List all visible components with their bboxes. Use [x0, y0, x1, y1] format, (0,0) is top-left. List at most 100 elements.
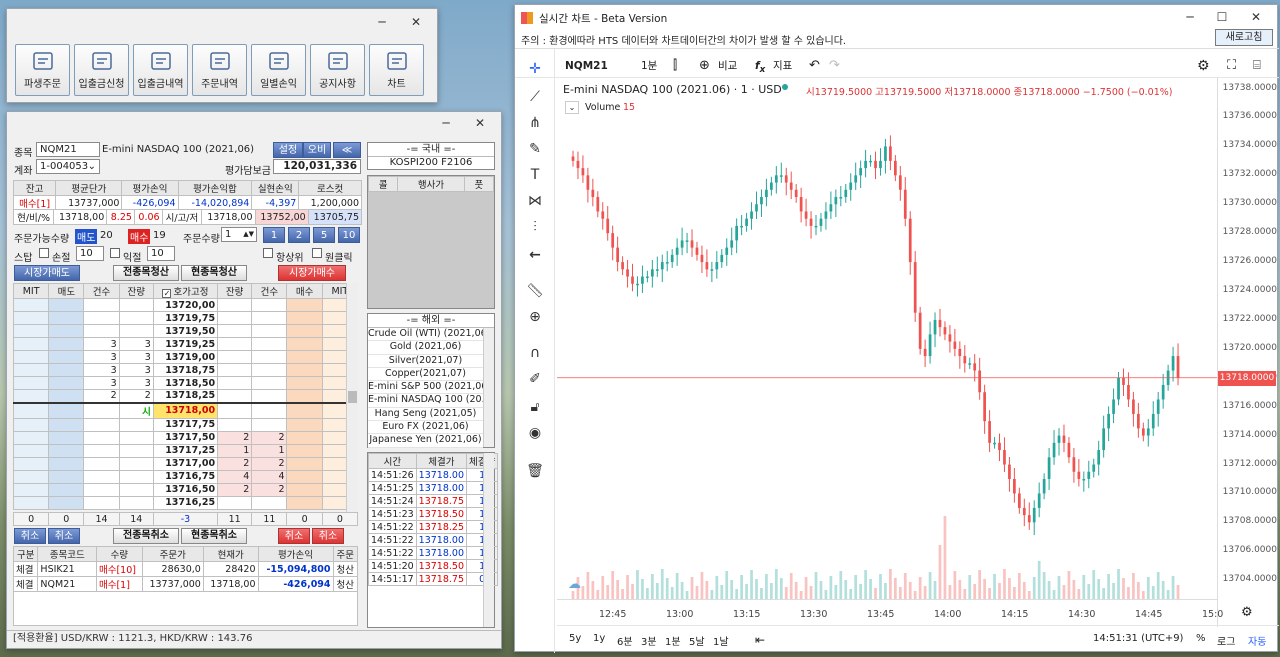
all-close-button[interactable]: 전종목청산	[113, 265, 179, 281]
oneclick-checkbox[interactable]	[312, 248, 322, 258]
hoga-cell[interactable]	[48, 363, 85, 377]
range-button[interactable]: 1y	[593, 633, 605, 644]
close-button[interactable]: ✕	[1239, 2, 1273, 32]
hoga-cell[interactable]	[13, 456, 50, 471]
hoga-cell[interactable]	[13, 376, 50, 390]
trendline-icon[interactable]: ⟋	[523, 85, 547, 109]
range-button[interactable]: 3분	[641, 633, 657, 648]
fullscreen-icon[interactable]: ⛶	[1227, 53, 1236, 79]
symbol-search[interactable]: NQM21	[565, 53, 608, 79]
hoga-cell[interactable]	[13, 311, 50, 325]
brush-icon[interactable]: ✎	[523, 137, 547, 161]
close-button[interactable]: ✕	[399, 7, 433, 37]
current-close-button[interactable]: 현종목청산	[181, 265, 247, 281]
qty-preset-button[interactable]: 10	[338, 227, 360, 243]
crosshair-icon[interactable]: ✛	[523, 57, 547, 81]
hoga-cell[interactable]	[286, 363, 323, 377]
hoga-row[interactable]: 3 3 13718,75	[13, 363, 358, 377]
hoga-cell[interactable]	[286, 430, 323, 445]
hoga-cell[interactable]	[48, 430, 85, 445]
camera-icon[interactable]: ⌸	[1253, 53, 1261, 79]
balance-row[interactable]: 체결 NQM21 매수[1] 13737,000 13718,00 -426,094 청산	[12, 576, 359, 592]
lock-icon[interactable]: 🔓︎	[523, 395, 547, 419]
zoom-icon[interactable]: ⊕	[523, 305, 547, 329]
hoga-cell[interactable]	[48, 337, 85, 351]
hoga-cell[interactable]	[48, 495, 85, 510]
close-button[interactable]: ✕	[463, 108, 497, 138]
cancel-button-2[interactable]: 취소	[48, 528, 80, 544]
percent-button[interactable]: %	[1196, 633, 1206, 644]
hoga-cell[interactable]	[48, 298, 85, 312]
scroll-thumb[interactable]	[348, 391, 357, 403]
goto-date-icon[interactable]: ⇤	[755, 633, 765, 647]
range-button[interactable]: 5날	[689, 633, 705, 648]
hoga-cell[interactable]	[48, 402, 85, 419]
hoga-row[interactable]: 3 3 13719,00	[13, 350, 358, 364]
hoga-row[interactable]: 13717,75	[13, 417, 358, 432]
hoga-scrollbar[interactable]	[346, 283, 358, 513]
hoga-row[interactable]: 13717,00 2 2	[13, 456, 358, 471]
hoga-cell[interactable]	[286, 417, 323, 432]
hoga-cell[interactable]	[286, 337, 323, 351]
toolbar-button-5[interactable]: 공지사항	[310, 44, 365, 96]
compare-icon[interactable]: ⊕	[699, 53, 710, 79]
hoga-cell[interactable]	[48, 311, 85, 325]
hoga-cell[interactable]	[13, 482, 50, 497]
foreign-item[interactable]: Crude Oil (WTI) (2021,06)	[368, 328, 483, 342]
measure-icon[interactable]: ⫶	[523, 215, 547, 239]
obi-button[interactable]: 오비	[303, 142, 331, 158]
hoga-cell[interactable]	[48, 482, 85, 497]
minimize-button[interactable]: ─	[1173, 2, 1207, 32]
axis-settings-icon[interactable]: ⚙	[1241, 605, 1253, 620]
hoga-row[interactable]: 13716,25	[13, 495, 358, 510]
hoga-cell[interactable]	[48, 376, 85, 390]
hoga-row[interactable]: 13717,50 2 2	[13, 430, 358, 445]
eye-icon[interactable]: ◉	[523, 421, 547, 445]
range-button[interactable]: 6분	[617, 633, 633, 648]
hoga-cell[interactable]	[286, 350, 323, 364]
domestic-item[interactable]: KOSPI200 F2106	[368, 157, 494, 170]
balance-row[interactable]: 체결 HSIK21 매수[10] 28630,0 28420 -15,094,800 청산	[12, 561, 359, 577]
hoga-cell[interactable]	[13, 495, 50, 510]
maximize-button[interactable]: ☐	[1205, 2, 1239, 32]
indicator-icon[interactable]: fx	[755, 53, 765, 79]
hoga-row[interactable]: 13716,75 4 4	[13, 469, 358, 484]
fib-icon[interactable]: ⋔	[523, 111, 547, 135]
hoga-row[interactable]: 2 2 13718,25	[13, 389, 358, 403]
close-position-button[interactable]: 청산	[332, 561, 359, 577]
range-button[interactable]: 5y	[569, 633, 581, 644]
hoga-row[interactable]: 3 3 13719,25	[13, 337, 358, 351]
hoga-cell[interactable]	[286, 469, 323, 484]
foreign-item[interactable]: E-mini NASDAQ 100 (20...	[368, 394, 483, 408]
foreign-item[interactable]: Gold (2021,06)	[368, 341, 483, 355]
refresh-button[interactable]: 새로고침	[1215, 29, 1273, 46]
auto-button[interactable]: 자동	[1248, 633, 1266, 648]
candle-type-icon[interactable]: ⫿	[673, 53, 677, 79]
hoga-cell[interactable]	[13, 350, 50, 364]
hoga-cell[interactable]	[286, 324, 323, 338]
hoga-row[interactable]: 13720,00	[13, 298, 358, 312]
loss-checkbox[interactable]	[39, 248, 49, 258]
toolbar-button-3[interactable]: 주문내역	[192, 44, 247, 96]
foreign-item[interactable]: Japanese Yen (2021,06)	[368, 434, 483, 448]
foreign-item[interactable]: Euro FX (2021,06)	[368, 421, 483, 435]
hoga-row[interactable]: 3 3 13718,50	[13, 376, 358, 390]
hoga-cell[interactable]	[48, 389, 85, 403]
hoga-cell[interactable]	[13, 324, 50, 338]
fix-checkbox[interactable]: ✓	[162, 289, 172, 298]
hoga-cell[interactable]	[286, 456, 323, 471]
qty-preset-button[interactable]: 2	[288, 227, 310, 243]
toolbar-button-1[interactable]: 입출금신청	[74, 44, 129, 96]
hoga-cell[interactable]	[286, 495, 323, 510]
log-button[interactable]: 로그	[1217, 633, 1235, 648]
toolbar-button-2[interactable]: 입출금내역	[133, 44, 188, 96]
toolbar-button-4[interactable]: 일별손익	[251, 44, 306, 96]
settings-button[interactable]: 설정	[273, 142, 303, 158]
hoga-cell[interactable]	[48, 443, 85, 458]
hoga-cell[interactable]	[13, 402, 50, 419]
redo-icon[interactable]: ↷	[829, 53, 840, 79]
text-icon[interactable]: T	[523, 163, 547, 187]
hoga-cell[interactable]	[13, 417, 50, 432]
loss-stepper[interactable]: 10	[76, 246, 104, 261]
code-input[interactable]: NQM21	[36, 142, 100, 157]
